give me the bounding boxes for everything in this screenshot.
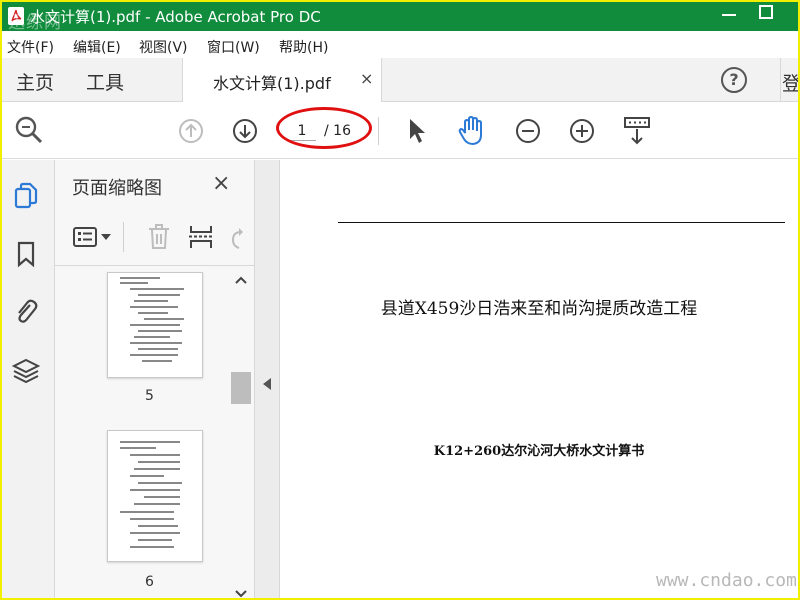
title-bar: 迅练网 水文计算(1).pdf - Adobe Acrobat Pro DC (2, 2, 798, 33)
text-line (138, 294, 180, 296)
menu-view[interactable]: 视图(V) (139, 37, 188, 57)
delete-icon[interactable] (147, 224, 171, 250)
thumbnail-label: 6 (145, 574, 154, 590)
text-line (134, 503, 180, 505)
current-page-input[interactable] (288, 121, 316, 141)
text-line (130, 518, 174, 520)
text-line (138, 461, 180, 463)
thumbnail-toolbar (55, 212, 254, 266)
help-icon[interactable]: ? (721, 67, 747, 93)
tools-divider (123, 222, 124, 252)
text-line (130, 306, 178, 308)
menu-window[interactable]: 窗口(W) (207, 37, 260, 57)
panel-title: 页面缩略图 (72, 178, 162, 199)
pages-icon[interactable] (12, 182, 40, 210)
total-pages: / 16 (324, 123, 351, 139)
rotate-icon[interactable] (227, 226, 245, 250)
tab-tools[interactable]: 工具 (86, 68, 124, 95)
menu-help[interactable]: 帮助(H) (279, 37, 328, 57)
page-navigator: / 16 (284, 119, 364, 143)
text-line (130, 475, 164, 477)
zoom-out-icon[interactable] (515, 118, 541, 144)
previous-page-icon[interactable] (178, 118, 204, 144)
scroll-down-icon[interactable] (235, 590, 247, 598)
text-line (138, 539, 172, 541)
text-line (130, 546, 174, 548)
text-line (130, 288, 184, 290)
page-thumbnails-panel: 页面缩略图 × 5 6 (55, 160, 254, 598)
text-line (130, 532, 180, 534)
site-watermark: www.cndao.com (656, 570, 797, 591)
thumbnail-page-5[interactable] (107, 272, 203, 378)
maximize-button[interactable] (759, 5, 773, 19)
hand-tool-icon[interactable] (456, 115, 488, 147)
text-line (138, 525, 178, 527)
search-icon[interactable] (14, 115, 44, 145)
panel-splitter[interactable] (254, 160, 280, 598)
close-icon[interactable]: × (212, 171, 230, 196)
next-page-icon[interactable] (232, 118, 258, 144)
close-icon[interactable]: × (360, 69, 373, 88)
zoom-in-icon[interactable] (569, 118, 595, 144)
text-line (130, 454, 180, 456)
menu-edit[interactable]: 编辑(E) (73, 37, 121, 57)
thumbnail-page-6[interactable] (107, 430, 203, 562)
select-cursor-icon[interactable] (406, 117, 428, 145)
text-line (138, 348, 178, 350)
collapse-panel-icon[interactable] (263, 378, 271, 390)
minimize-button[interactable] (722, 14, 736, 16)
toolbar-divider (378, 117, 379, 145)
document-tab-label: 水文计算(1).pdf (213, 74, 331, 93)
text-line (130, 324, 180, 326)
text-line (134, 468, 180, 470)
app-window: 迅练网 水文计算(1).pdf - Adobe Acrobat Pro DC 文… (0, 0, 800, 600)
tab-home[interactable]: 主页 (16, 68, 54, 95)
thumbnail-options-icon[interactable] (73, 226, 97, 248)
chevron-down-icon[interactable] (101, 234, 111, 240)
menu-bar: 文件(F) 编辑(E) 视图(V) 窗口(W) 帮助(H) (2, 31, 798, 58)
text-line (144, 318, 184, 320)
toolbar: / 16 (2, 103, 798, 159)
text-line (120, 277, 160, 279)
text-line (130, 354, 178, 356)
layers-icon[interactable] (12, 357, 40, 385)
text-line (138, 330, 182, 332)
text-line (134, 336, 170, 338)
window-title: 水文计算(1).pdf - Adobe Acrobat Pro DC (30, 8, 321, 26)
scroll-mode-icon[interactable] (622, 115, 652, 147)
text-line (138, 482, 182, 484)
text-line (138, 312, 168, 314)
text-line (130, 489, 180, 491)
bookmark-icon[interactable] (12, 240, 40, 268)
text-line (134, 300, 168, 302)
text-line (142, 360, 172, 362)
tabs-divider (780, 58, 781, 102)
login-button[interactable]: 登 (782, 69, 798, 96)
scroll-up-icon[interactable] (235, 276, 247, 284)
tab-document[interactable]: 水文计算(1).pdf × (182, 58, 382, 102)
document-view[interactable]: 县道X459沙日浩来至和尚沟提质改造工程 K12+260达尔沁河大桥水文计算书 (280, 160, 798, 598)
scrollbar-thumb[interactable] (231, 372, 251, 404)
text-line (120, 447, 156, 449)
text-line (120, 441, 180, 443)
document-title: 县道X459沙日浩来至和尚沟提质改造工程 (380, 299, 698, 319)
document-subtitle: K12+260达尔沁河大桥水文计算书 (433, 444, 645, 459)
header-rule (338, 222, 785, 223)
text-line (120, 282, 148, 284)
tabs-bar: 主页 工具 水文计算(1).pdf × ? 登 (2, 58, 798, 102)
text-line (120, 511, 174, 513)
left-icon-rail (2, 160, 55, 598)
text-line (130, 342, 182, 344)
insert-page-icon[interactable] (188, 224, 214, 250)
menu-file[interactable]: 文件(F) (7, 37, 54, 57)
text-line (144, 496, 180, 498)
thumbnail-scrollbar[interactable] (231, 272, 251, 598)
thumbnail-label: 5 (145, 388, 154, 404)
attachment-icon[interactable] (12, 297, 40, 325)
